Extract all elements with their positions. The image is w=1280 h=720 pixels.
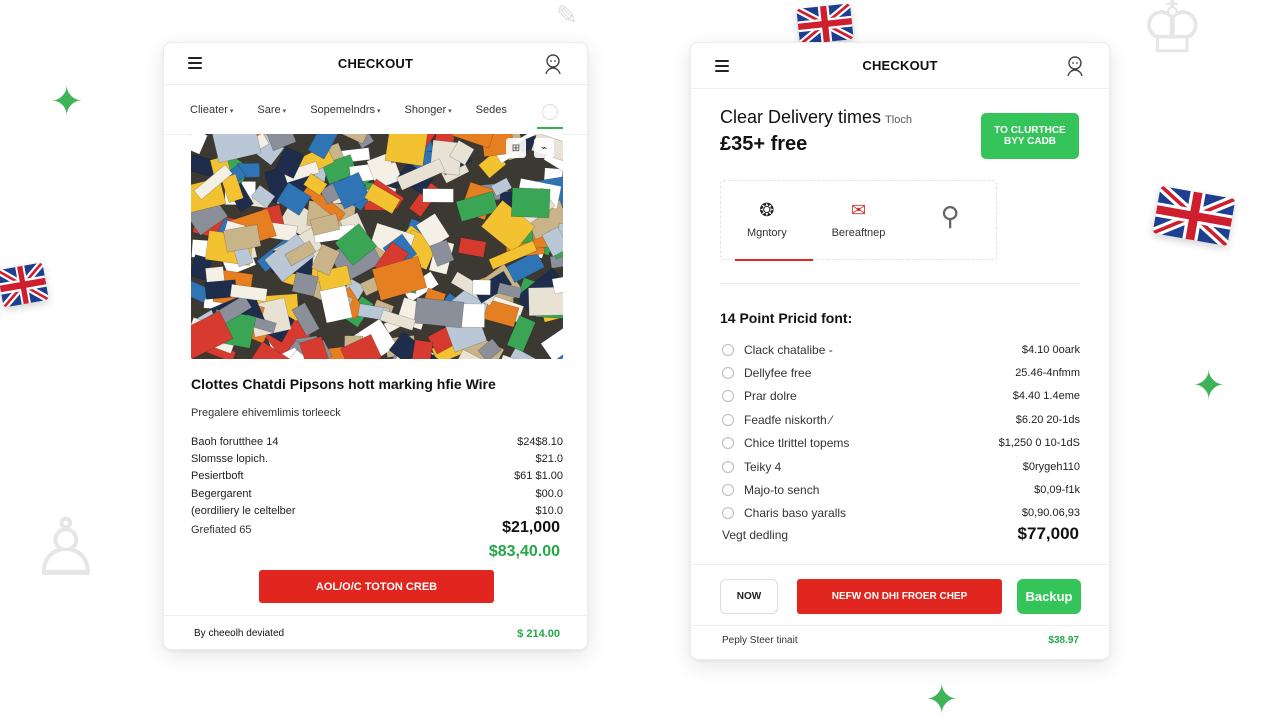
delivery-option[interactable]: ❂ Mgntory bbox=[721, 181, 813, 261]
chess-piece-decoration-icon: ♙ bbox=[30, 503, 102, 592]
menu-icon[interactable] bbox=[188, 57, 202, 72]
envelope-icon: ✉ bbox=[850, 200, 867, 220]
price-line: Baoh forutthee 14 $24$8.10 bbox=[191, 435, 563, 448]
pen-decoration-icon: ✎ bbox=[556, 0, 578, 30]
package-shape bbox=[472, 279, 491, 296]
delivery-headline: Clear Delivery times Tloch bbox=[720, 107, 912, 127]
package-shape bbox=[510, 187, 551, 219]
radio-button[interactable] bbox=[722, 413, 734, 426]
total-value: $77,000 bbox=[1017, 524, 1079, 543]
radio-button[interactable] bbox=[722, 484, 734, 497]
price-line: Pesiertboft $61 $1.00 bbox=[191, 470, 563, 483]
filter-bar: Clieater ▾ Sare ▾ Sopemelndrs ▾ Shonger ▾ Se… bbox=[164, 85, 587, 135]
delivery-price: £35+ free bbox=[720, 133, 808, 155]
radio-button[interactable] bbox=[722, 437, 734, 450]
panel-title: CHECKOUT bbox=[337, 56, 414, 71]
uk-flag-decoration-left bbox=[0, 262, 49, 308]
footer-label: By cheeolh deviated bbox=[194, 628, 285, 639]
filter-chip[interactable]: Sedes bbox=[476, 104, 507, 116]
price-breakdown: Baoh forutthee 14 $24$8.10 Slomsse lopich… bbox=[191, 433, 563, 519]
backup-button[interactable]: Backup bbox=[1017, 579, 1081, 614]
product-title: Clottes Chatdi Pipsons hott marking hfie… bbox=[191, 376, 496, 392]
panel-footer: By cheeolh deviated $ 214.00 bbox=[164, 615, 587, 651]
panel-footer: Peply Steer tinait $38.97 bbox=[722, 635, 1079, 646]
savings-total: $83,40.00 bbox=[488, 543, 560, 560]
recycle-icon: ❂ bbox=[759, 200, 775, 220]
image-share-icon[interactable]: ⌁ bbox=[534, 138, 554, 158]
star-decoration-icon: ✦ bbox=[1192, 364, 1226, 408]
package-shape bbox=[457, 237, 487, 258]
total-label: Vegt dedling bbox=[722, 528, 789, 542]
account-icon[interactable] bbox=[1065, 55, 1085, 77]
list-item[interactable]: Teiky 4 $0rygeh110 bbox=[722, 455, 1080, 478]
delivery-option[interactable]: ⚲ bbox=[904, 181, 996, 259]
product-subtitle: Pregalere ehivemlimis torleeck bbox=[191, 407, 341, 419]
panel-header: CHECKOUT bbox=[164, 43, 587, 85]
section-title: 14 Point Pricid font: bbox=[720, 310, 853, 326]
account-icon[interactable] bbox=[543, 53, 563, 75]
radio-button[interactable] bbox=[722, 507, 734, 520]
panel-header: CHECKOUT bbox=[691, 43, 1109, 89]
delivery-options: ❂ Mgntory ✉ Bereaftnep ⚲ bbox=[720, 180, 997, 261]
now-button[interactable]: NOW bbox=[720, 579, 778, 614]
package-shape bbox=[540, 320, 563, 359]
chevron-down-icon: ▾ bbox=[377, 107, 381, 115]
package-shape bbox=[211, 134, 262, 164]
footer-value: $ 214.00 bbox=[517, 627, 560, 640]
price-line: Slomsse lopich. $21.0 bbox=[191, 452, 563, 465]
package-shape bbox=[191, 134, 208, 155]
filter-chip[interactable]: Sare ▾ bbox=[257, 104, 286, 116]
chevron-down-icon: ▾ bbox=[282, 107, 287, 115]
star-decoration-icon: ✦ bbox=[50, 80, 84, 124]
radio-button[interactable] bbox=[722, 343, 734, 356]
uk-flag-decoration-right bbox=[1152, 185, 1236, 247]
filter-chip[interactable]: Shonger ▾ bbox=[405, 104, 452, 116]
product-image: ⊞ ⌁ bbox=[191, 134, 563, 359]
search-icon: ⚲ bbox=[940, 201, 960, 231]
footer-value: $38.97 bbox=[1048, 635, 1079, 646]
list-item[interactable]: Dellyfee free 25.46-4nfmm bbox=[722, 361, 1080, 384]
filter-chip[interactable]: Sopemelndrs ▾ bbox=[310, 104, 380, 116]
list-item[interactable]: Charis baso yaralls $0,90.06,93 bbox=[722, 502, 1080, 525]
package-shape bbox=[422, 188, 454, 203]
list-item[interactable]: Feadfe niskorth ⁄ $6.20 20-1ds bbox=[722, 408, 1080, 431]
total-label: Grefiated 65 bbox=[191, 524, 252, 536]
footer-label: Peply Steer tinait bbox=[722, 635, 798, 646]
package-shape bbox=[338, 134, 369, 145]
list-item[interactable]: Chice tlrittel topems $1,250 0 10-1dS bbox=[722, 432, 1080, 455]
delivery-option[interactable]: ✉ Bereaftnep bbox=[813, 181, 905, 259]
filter-chip[interactable]: Clieater ▾ bbox=[190, 104, 233, 116]
package-shape bbox=[413, 297, 465, 329]
filter-toggle-icon[interactable] bbox=[537, 99, 563, 129]
star-decoration-icon: ✦ bbox=[925, 678, 959, 720]
package-shape bbox=[384, 134, 428, 167]
divider bbox=[720, 283, 1080, 284]
price-line: (eordiliery le celtelber $10.0 bbox=[191, 504, 563, 517]
image-expand-icon[interactable]: ⊞ bbox=[506, 138, 526, 158]
place-order-button[interactable]: NEFW ON DHI FROER CHEP bbox=[797, 579, 1002, 614]
list-item[interactable]: Majo-to sench $0,09-f1k bbox=[722, 478, 1080, 501]
list-item[interactable]: Clack chatalibe - $4.10 0oark bbox=[722, 338, 1080, 361]
radio-button[interactable] bbox=[722, 390, 734, 403]
uk-flag-decoration-top bbox=[796, 3, 854, 45]
chevron-down-icon: ▾ bbox=[448, 107, 452, 115]
checkout-button[interactable]: AOL/O/C TOTON CREB bbox=[259, 570, 494, 603]
delivery-cta-button[interactable]: TO CLURTHCE BYY CADB bbox=[981, 113, 1079, 159]
checkout-panel-left: CHECKOUT Clieater ▾ Sare ▾ Sopemelndrs ▾ Sh… bbox=[163, 42, 588, 650]
chevron-down-icon: ▾ bbox=[229, 107, 234, 115]
action-bar: NOW NEFW ON DHI FROER CHEP Backup bbox=[691, 564, 1109, 626]
panel-title: CHECKOUT bbox=[862, 58, 938, 73]
checkout-panel-right: CHECKOUT Clear Delivery times Tloch £35+ … bbox=[690, 42, 1110, 660]
menu-icon[interactable] bbox=[715, 60, 729, 75]
total-value: $21,000 bbox=[502, 519, 560, 536]
price-line: Begergarent $00.0 bbox=[191, 487, 563, 500]
lamp-decoration-icon: ♔ bbox=[1140, 0, 1205, 68]
list-item[interactable]: Prar dolre $4.40 1.4eme bbox=[722, 385, 1080, 408]
package-shape bbox=[410, 339, 434, 359]
radio-button[interactable] bbox=[722, 367, 734, 380]
item-list: Clack chatalibe - $4.10 0oark Dellyfee fr… bbox=[722, 338, 1080, 525]
radio-button[interactable] bbox=[722, 460, 734, 473]
